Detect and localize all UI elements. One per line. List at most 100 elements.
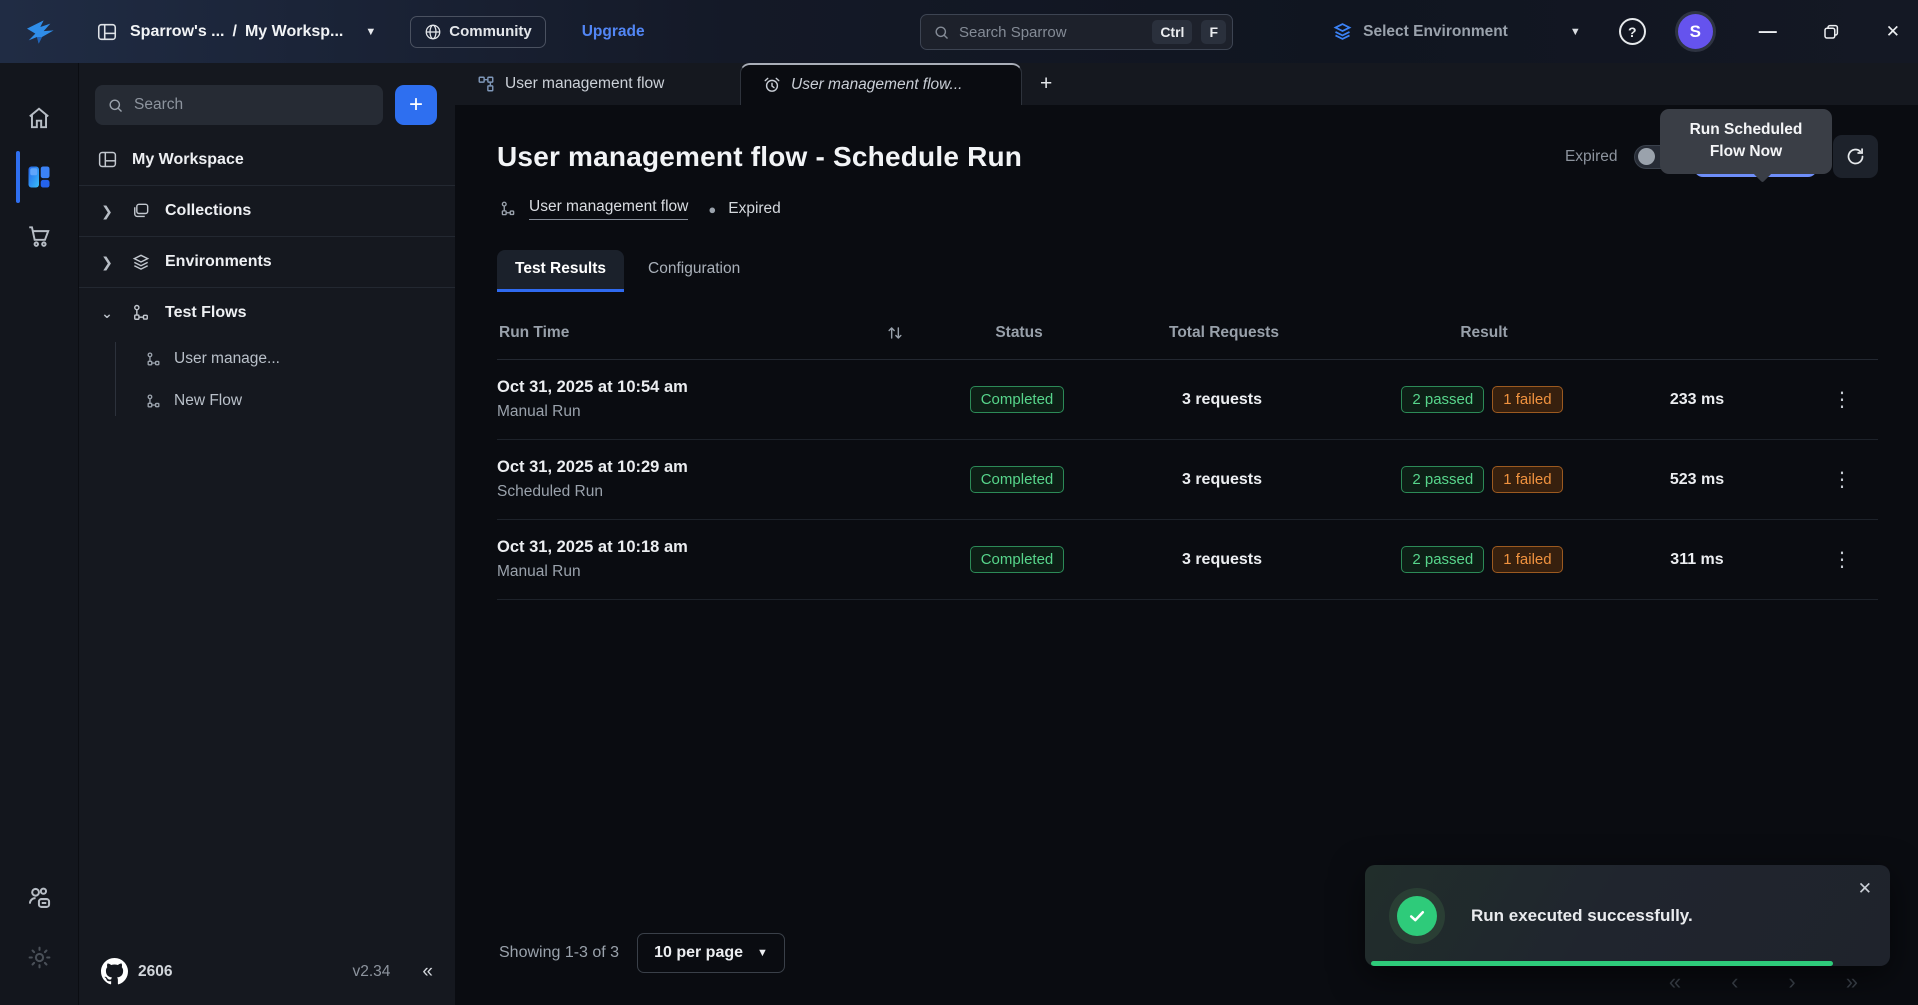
environment-label: Select Environment	[1363, 23, 1508, 41]
breadcrumb[interactable]: Sparrow's ... / My Worksp...	[130, 23, 343, 41]
sidebar-search-input[interactable]	[134, 96, 371, 114]
pagination-next-button[interactable]: ›	[1788, 969, 1795, 995]
sidebar-item-label: Test Flows	[165, 304, 247, 322]
rail-home-button[interactable]	[0, 89, 78, 147]
run-datetime: Oct 31, 2025 at 10:18 am	[497, 538, 927, 557]
avatar[interactable]: S	[1678, 14, 1713, 49]
sidebar-footer: 2606 v2.34 «	[79, 942, 455, 1005]
sidebar-search[interactable]	[95, 85, 383, 125]
collapse-sidebar-icon[interactable]: «	[422, 961, 433, 983]
icon-rail	[0, 63, 78, 1005]
close-button[interactable]: ✕	[1886, 22, 1900, 42]
success-toast: Run executed successfully. ✕	[1365, 865, 1890, 966]
help-button[interactable]: ?	[1619, 18, 1646, 45]
sidebar-item-test-flows[interactable]: ⌄ Test Flows	[79, 288, 455, 338]
pagination-controls: « ‹ › »	[1669, 969, 1858, 995]
run-type: Manual Run	[497, 563, 927, 581]
chevron-right-icon[interactable]: ❯	[97, 254, 117, 271]
col-run-time: Run Time	[499, 324, 569, 342]
sidebar-flow-item[interactable]: New Flow	[135, 380, 455, 422]
sidebar-item-collections[interactable]: ❯ Collections	[79, 186, 455, 236]
chevron-right-icon[interactable]: ❯	[97, 203, 117, 220]
rail-marketplace-button[interactable]	[0, 207, 78, 265]
row-menu-button[interactable]: ⋮	[1832, 470, 1852, 490]
status-badge: Completed	[970, 546, 1065, 573]
passed-badge: 2 passed	[1401, 386, 1484, 413]
col-status: Status	[929, 324, 1109, 342]
flow-chart-icon	[477, 75, 495, 93]
run-type: Manual Run	[497, 403, 927, 421]
test-results-table: Run Time Status Total Requests Result	[497, 323, 1878, 600]
rail-settings-button[interactable]	[0, 928, 78, 987]
global-search[interactable]: Ctrl F	[920, 14, 1233, 50]
failed-badge: 1 failed	[1492, 546, 1562, 573]
environment-selector[interactable]: Select Environment ▼	[1332, 21, 1581, 42]
people-chat-icon	[26, 885, 53, 912]
workspace-dropdown-caret-icon[interactable]: ▼	[365, 26, 376, 38]
content-tabs: Test Results Configuration	[497, 250, 1878, 289]
avatar-initial: S	[1690, 22, 1701, 42]
sidebar-item-environments[interactable]: ❯ Environments	[79, 237, 455, 287]
failed-badge: 1 failed	[1492, 466, 1562, 493]
toast-progress-bar	[1371, 961, 1833, 966]
showing-range: Showing 1-3 of 3	[499, 944, 619, 962]
team-name: Sparrow's ...	[130, 23, 225, 41]
sort-icon[interactable]	[885, 323, 905, 343]
alarm-clock-icon	[763, 76, 781, 94]
table-header: Run Time Status Total Requests Result	[497, 323, 1878, 360]
per-page-caret-icon: ▼	[757, 947, 768, 959]
tab-user-management-flow[interactable]: User management flow	[455, 63, 740, 105]
rail-workspace-button[interactable]	[0, 147, 78, 207]
workspace-icon	[97, 149, 118, 170]
breadcrumb-separator: /	[233, 23, 237, 41]
tab-test-results[interactable]: Test Results	[497, 250, 624, 289]
page-title: User management flow - Schedule Run	[497, 141, 1022, 173]
tooltip-line: Flow Now	[1670, 141, 1822, 163]
table-row[interactable]: Oct 31, 2025 at 10:18 am Manual Run Comp…	[497, 520, 1878, 600]
minimize-button[interactable]: —	[1759, 21, 1776, 42]
expired-toggle-label: Expired	[1565, 148, 1618, 166]
tab-configuration[interactable]: Configuration	[630, 250, 758, 289]
refresh-button[interactable]	[1833, 135, 1878, 178]
failed-badge: 1 failed	[1492, 386, 1562, 413]
row-menu-button[interactable]: ⋮	[1832, 390, 1852, 410]
passed-badge: 2 passed	[1401, 466, 1484, 493]
f-key-badge: F	[1201, 20, 1226, 44]
workspace-grid-icon	[25, 163, 53, 191]
add-new-button[interactable]: +	[395, 85, 437, 125]
app-version: v2.34	[353, 963, 391, 981]
community-badge[interactable]: Community	[410, 16, 546, 48]
chevron-down-icon[interactable]: ⌄	[97, 305, 117, 322]
sidebar-flow-item[interactable]: User manage...	[135, 338, 455, 380]
github-icon[interactable]	[101, 958, 128, 985]
flow-icon	[131, 303, 151, 323]
layers-icon	[131, 252, 151, 272]
run-duration: 311 ms	[1627, 551, 1767, 569]
pagination-last-button[interactable]: »	[1846, 969, 1858, 995]
sidebar: + My Workspace ❯ Collections ❯	[78, 63, 455, 1005]
sparrow-logo-icon	[22, 15, 62, 49]
collections-icon	[131, 201, 151, 221]
flow-name-link[interactable]: User management flow	[529, 198, 688, 220]
home-icon	[26, 105, 52, 131]
rail-community-button[interactable]	[0, 869, 78, 928]
per-page-select[interactable]: 10 per page ▼	[637, 933, 785, 973]
toggle-knob	[1638, 148, 1655, 165]
pagination-first-button[interactable]: «	[1669, 969, 1681, 995]
toast-close-icon[interactable]: ✕	[1858, 879, 1872, 899]
tab-schedule-run-active[interactable]: User management flow...	[740, 63, 1022, 105]
pagination-prev-button[interactable]: ‹	[1731, 969, 1738, 995]
table-row[interactable]: Oct 31, 2025 at 10:54 am Manual Run Comp…	[497, 360, 1878, 440]
sidebar-item-label: Collections	[165, 202, 251, 220]
restore-icon	[1822, 23, 1840, 41]
global-search-input[interactable]	[959, 24, 1143, 41]
search-icon	[933, 24, 950, 41]
restore-button[interactable]	[1822, 23, 1840, 41]
table-row[interactable]: Oct 31, 2025 at 10:29 am Scheduled Run C…	[497, 440, 1878, 520]
upgrade-link[interactable]: Upgrade	[582, 23, 645, 41]
row-menu-button[interactable]: ⋮	[1832, 550, 1852, 570]
bullet-separator: ●	[708, 202, 716, 217]
sidebar-workspace-row[interactable]: My Workspace	[79, 143, 455, 185]
new-tab-button[interactable]: +	[1022, 72, 1070, 96]
main-panel: User management flow User management flo…	[455, 63, 1918, 1005]
